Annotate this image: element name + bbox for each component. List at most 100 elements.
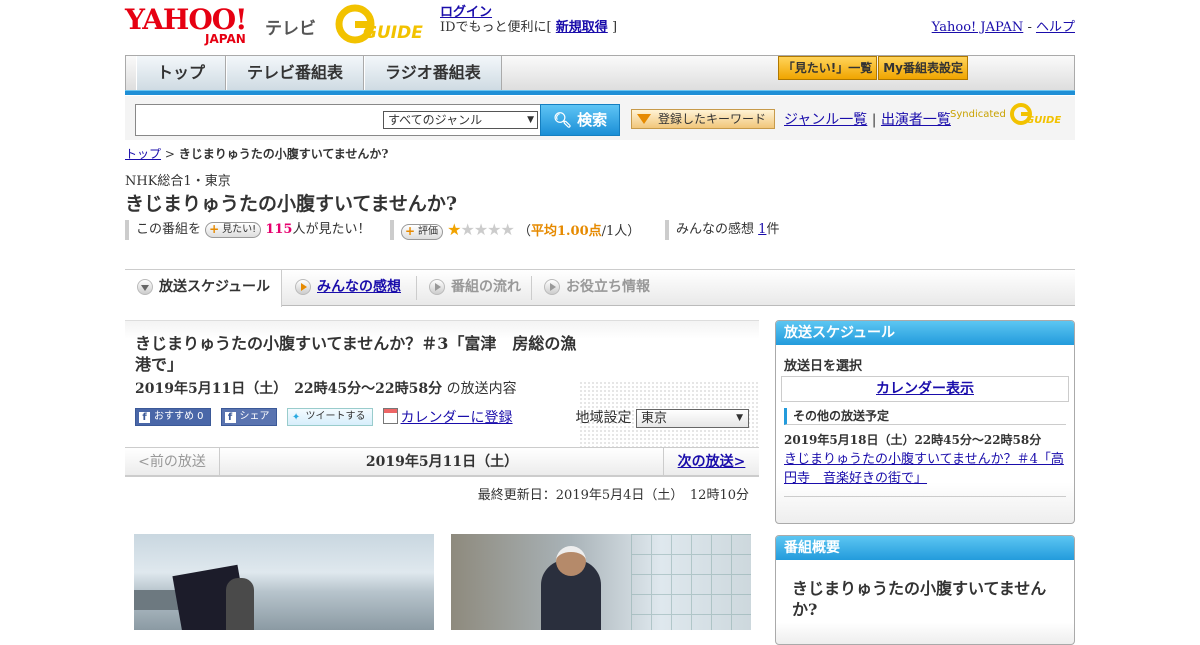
calendar-button[interactable]: カレンダー表示 [781, 376, 1069, 402]
program-meta: この番組を 見たい! 115人が見たい！ 評価 ★★★★★ （平均1.00点/1… [125, 220, 825, 240]
search-icon: 🔍︎ [552, 111, 572, 129]
tweet-button[interactable]: ✦ ツイートする [286, 408, 373, 426]
search-button-label: 検索 [577, 111, 608, 129]
yahoo-logo-sub: JAPAN [205, 32, 246, 46]
select-date-label: 放送日を選択 [784, 359, 863, 374]
current-broadcast-date: 2019年5月11日（土） [365, 454, 519, 470]
login-text-post: ] [611, 20, 618, 35]
region-select[interactable]: 東京 ▼ [636, 408, 749, 428]
global-nav: トップ テレビ番組表 ラジオ番組表 「見たい!」一覧 My番組表設定 [125, 55, 1075, 92]
want-prefix: この番組を [136, 222, 202, 237]
tweet-label: ツイートする [305, 411, 366, 422]
facebook-icon: f [139, 412, 150, 423]
nav-divider [125, 90, 1075, 95]
want-count: 115 [265, 222, 293, 237]
twitter-icon: ✦ [291, 412, 301, 423]
genre-select[interactable]: すべてのジャンル ▼ [383, 111, 538, 129]
tab-reviews[interactable]: みんなの感想 [283, 270, 413, 306]
review-section: みんなの感想 1件 [665, 220, 779, 240]
calendar-register-link[interactable]: カレンダーに登録 [382, 407, 513, 427]
other-broadcast-date: 2019年5月18日（土）22時45分～22時58分 [784, 433, 1042, 447]
channel-name: NHK総合1・東京 [125, 174, 231, 189]
schedule-box: 放送スケジュール 放送日を選択 カレンダー表示 その他の放送予定 2019年5月… [775, 320, 1075, 524]
top-links: Yahoo! JAPAN - ヘルプ [932, 16, 1075, 35]
syndicated-gguide-text: GUIDE [1026, 115, 1061, 126]
my-schedule-button[interactable]: My番組表設定 [878, 56, 968, 80]
star-empty-icon: ★ [500, 220, 515, 239]
want-section: この番組を 見たい! 115人が見たい！ [125, 220, 370, 240]
genre-list-link[interactable]: ジャンル一覧 [784, 112, 867, 128]
program-tabs: 放送スケジュール みんなの感想 番組の流れ お役立ち情報 [125, 269, 1075, 307]
rating-people: /1人） [601, 224, 641, 239]
yahoo-japan-link[interactable]: Yahoo! JAPAN [932, 20, 1024, 35]
keyword-button[interactable]: 登録したキーワード [631, 109, 775, 129]
yahoo-logo[interactable]: YAHOO! JAPAN テレビ [125, 6, 316, 47]
broadcast-pager: <前の放送 2019年5月11日（土） 次の放送> [125, 447, 759, 477]
overview-title: きじまりゅうたの小腹すいてませんか? [792, 579, 1047, 619]
region-label: 地域設定 [575, 410, 632, 426]
syndicated-label: Syndicated [950, 109, 1006, 120]
review-label: みんなの感想 [676, 222, 755, 237]
facebook-recommend-button[interactable]: f おすすめ 0 [135, 408, 211, 426]
overview-heading: 番組概要 [776, 536, 1074, 560]
rating-section: 評価 ★★★★★ （平均1.00点/1人） [390, 220, 640, 240]
last-updated: 最終更新日：2019年5月4日（土） 12時10分 [477, 488, 749, 503]
performer-list-link[interactable]: 出演者一覧 [881, 112, 951, 128]
tab-reviews-label: みんなの感想 [317, 279, 401, 295]
help-link[interactable]: ヘルプ [1036, 20, 1075, 35]
other-broadcast-link[interactable]: きじまりゅうたの小腹すいてませんか？＃4「高円寺 音楽好きの街で」 [784, 450, 1066, 497]
syndicated-gguide-logo: Syndicated GUIDE [950, 102, 1065, 126]
next-broadcast-link[interactable]: 次の放送> [663, 448, 759, 476]
gguide-logo-text: GUIDE [363, 23, 423, 43]
rating-button[interactable]: 評価 [401, 224, 443, 240]
episode-image-1 [134, 534, 434, 630]
episode-date-time: 2019年5月11日（土） 22時45分～22時58分 [135, 381, 443, 397]
prev-broadcast: <前の放送 [125, 448, 220, 476]
tab-info: お役立ち情報 [532, 270, 672, 306]
nav-tab-tv-schedule[interactable]: テレビ番組表 [226, 56, 365, 90]
search-area: すべてのジャンル ▼ 🔍︎ 検索 登録したキーワード ジャンル一覧 | 出演者一… [125, 96, 1075, 140]
rating-open-paren: （ [517, 224, 531, 239]
calendar-button-label: カレンダー表示 [876, 381, 974, 397]
rating-average: 平均1.00点 [530, 224, 602, 239]
breadcrumb-separator: > [164, 147, 175, 161]
signup-link[interactable]: 新規取得 [556, 20, 608, 35]
breadcrumb-top-link[interactable]: トップ [125, 147, 161, 161]
other-broadcast-heading: その他の放送予定 [784, 408, 1066, 425]
nav-tab-top[interactable]: トップ [136, 56, 227, 90]
page-title: きじまりゅうたの小腹すいてませんか? [125, 193, 458, 215]
facebook-share-button[interactable]: f シェア [220, 408, 277, 426]
want-suffix: 人が見たい！ [292, 222, 371, 237]
want-list-button[interactable]: 「見たい!」一覧 [777, 56, 878, 80]
episode-time: 2019年5月11日（土） 22時45分～22時58分 の放送内容 [135, 378, 517, 398]
keyword-button-label: 登録したキーワード [658, 112, 767, 126]
search-button[interactable]: 🔍︎ 検索 [540, 104, 620, 136]
star-empty-icon: ★ [460, 220, 474, 239]
arrow-right-icon [544, 279, 560, 295]
gguide-logo: GUIDE [335, 4, 433, 44]
breadcrumb-current: きじまりゅうたの小腹すいてませんか? [178, 147, 389, 161]
region-select-value: 東京 [641, 410, 668, 426]
facebook-icon: f [224, 412, 236, 423]
tab-flow: 番組の流れ [417, 270, 531, 306]
arrow-down-icon [137, 279, 153, 295]
facebook-recommend-label: おすすめ 0 [154, 411, 204, 422]
review-suffix: 件 [766, 222, 780, 237]
want-button[interactable]: 見たい! [205, 222, 262, 238]
star-empty-icon: ★ [473, 220, 488, 239]
login-text-pre: IDでもっと便利に[ [440, 20, 552, 35]
login-link[interactable]: ログイン [440, 5, 492, 20]
facebook-share-label: シェア [239, 411, 270, 422]
tab-schedule[interactable]: 放送スケジュール [125, 270, 282, 307]
top-links-separator: - [1027, 20, 1032, 35]
triangle-down-icon [637, 114, 651, 124]
tab-schedule-label: 放送スケジュール [159, 279, 271, 295]
episode-panel: きじまりゅうたの小腹すいてませんか？＃3「富津 房総の漁港で」 2019年5月1… [125, 320, 759, 449]
star-icon: ★ [447, 220, 461, 239]
search-links-divider: | [871, 112, 877, 128]
nav-tab-radio-schedule[interactable]: ラジオ番組表 [364, 56, 502, 90]
tab-flow-label: 番組の流れ [451, 279, 521, 295]
schedule-box-heading: 放送スケジュール [776, 321, 1074, 345]
region-setting: 地域設定 東京 ▼ [576, 407, 749, 428]
overview-box: 番組概要 きじまりゅうたの小腹すいてませんか? [775, 535, 1075, 645]
